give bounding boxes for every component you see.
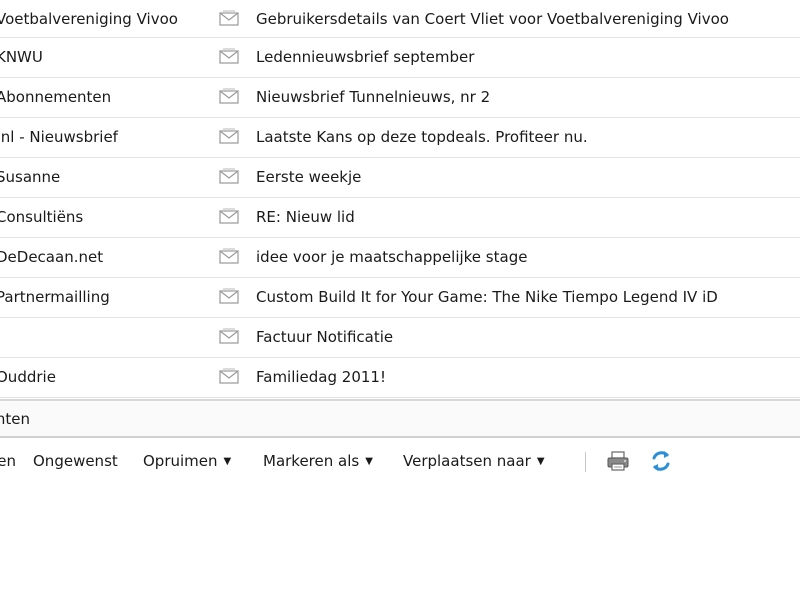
- chevron-down-icon: ▼: [536, 456, 545, 467]
- message-row[interactable]: DeDecaan.net idee voor je maatschappelij…: [0, 238, 800, 278]
- envelope-icon: [219, 10, 239, 26]
- message-sender: Partnermailling: [0, 288, 110, 306]
- toolbar-divider: [585, 452, 586, 472]
- message-sender: KNWU: [0, 48, 43, 66]
- message-subject: Laatste Kans op deze topdeals. Profiteer…: [256, 128, 588, 146]
- mark-as-dropdown[interactable]: Markeren als ▼: [263, 440, 373, 485]
- message-row[interactable]: Voetbalvereniging Vivoo Gebruikersdetail…: [0, 0, 800, 38]
- message-list: Voetbalvereniging Vivoo Gebruikersdetail…: [0, 0, 800, 398]
- envelope-icon: [219, 288, 239, 304]
- message-subject: Familiedag 2011!: [256, 368, 386, 386]
- toolbar-first-button[interactable]: Verwijderen: [0, 440, 16, 482]
- spam-button-label: Ongewenst: [33, 452, 118, 470]
- move-to-dropdown-label: Verplaatsen naar: [403, 452, 531, 470]
- message-toolbar: Verwijderen Ongewenst Opruimen ▼ Markeren…: [0, 440, 800, 482]
- message-row[interactable]: Abonnementen Nieuwsbrief Tunnelnieuws, n…: [0, 78, 800, 118]
- message-sender: DeDecaan.net: [0, 248, 104, 266]
- message-sender: [0, 318, 206, 357]
- spam-button[interactable]: Ongewenst: [33, 440, 118, 482]
- message-sender: Voetbalvereniging Vivoo: [0, 10, 178, 28]
- printer-icon[interactable]: [606, 450, 630, 472]
- message-sender: .nl - Nieuwsbrief: [0, 128, 118, 146]
- message-row[interactable]: Partnermailling Custom Build It for Your…: [0, 278, 800, 318]
- mark-as-dropdown-label: Markeren als: [263, 452, 360, 470]
- chevron-down-icon: ▼: [365, 456, 373, 467]
- move-to-dropdown[interactable]: Verplaatsen naar ▼: [403, 440, 545, 485]
- message-row[interactable]: Susanne Eerste weekje: [0, 158, 800, 198]
- message-subject: RE: Nieuw lid: [256, 208, 355, 226]
- envelope-icon: [219, 48, 239, 64]
- message-sender: Susanne: [0, 168, 61, 186]
- mail-window: Voetbalvereniging Vivoo Gebruikersdetail…: [0, 0, 800, 600]
- envelope-icon: [219, 88, 239, 104]
- message-subject: idee voor je maatschappelijke stage: [256, 248, 528, 266]
- refresh-icon[interactable]: [650, 449, 672, 473]
- message-subject: Ledennieuwsbrief september: [256, 48, 475, 66]
- envelope-icon: [219, 128, 239, 144]
- message-subject: Eerste weekje: [256, 168, 362, 186]
- envelope-icon: [219, 368, 239, 384]
- chevron-down-icon: ▼: [223, 456, 232, 467]
- message-subject: Gebruikersdetails van Coert Vliet voor V…: [256, 10, 729, 28]
- cleanup-dropdown[interactable]: Opruimen ▼: [143, 440, 231, 485]
- folder-label: Berichten: [0, 410, 30, 428]
- message-sender: Abonnementen: [0, 88, 112, 106]
- envelope-icon: [219, 168, 239, 184]
- message-sender: Ouddrie: [0, 368, 56, 386]
- message-row[interactable]: Factuur Notificatie: [0, 318, 800, 358]
- message-subject: Custom Build It for Your Game: The Nike …: [256, 288, 718, 306]
- message-subject: Nieuwsbrief Tunnelnieuws, nr 2: [256, 88, 491, 106]
- message-row[interactable]: KNWU Ledennieuwsbrief september: [0, 38, 800, 78]
- message-sender: Consultiëns: [0, 208, 84, 226]
- folder-bar: Berichten: [0, 399, 800, 438]
- message-subject: Factuur Notificatie: [256, 328, 394, 346]
- envelope-icon: [219, 208, 239, 224]
- message-row[interactable]: .nl - Nieuwsbrief Laatste Kans op deze t…: [0, 118, 800, 158]
- message-row[interactable]: Consultiëns RE: Nieuw lid: [0, 198, 800, 238]
- envelope-icon: [219, 328, 239, 344]
- cleanup-dropdown-label: Opruimen: [143, 452, 218, 470]
- envelope-icon: [219, 248, 239, 264]
- message-row[interactable]: Ouddrie Familiedag 2011!: [0, 358, 800, 398]
